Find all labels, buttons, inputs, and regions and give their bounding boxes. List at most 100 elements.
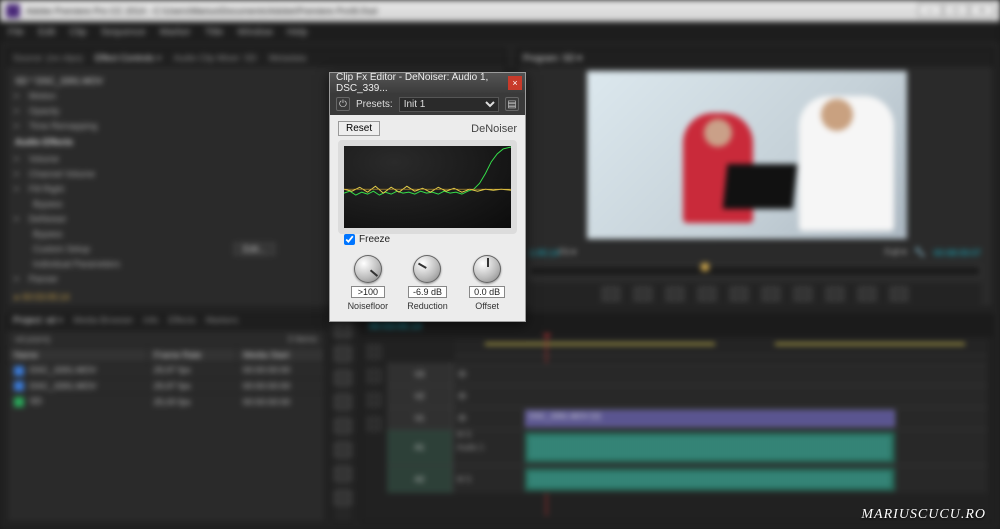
- audio-clip-1[interactable]: [525, 432, 895, 463]
- menu-title[interactable]: Title: [205, 27, 224, 38]
- timeline-option-icons: [367, 345, 381, 431]
- dial-icon[interactable]: [413, 255, 441, 283]
- clip-color-chip: [14, 381, 24, 391]
- menu-help[interactable]: Help: [287, 27, 308, 38]
- hand-tool[interactable]: [334, 467, 352, 481]
- noisefloor-label: Noisefloor: [348, 301, 389, 311]
- person-interviewer: [799, 96, 894, 231]
- track-select-tool[interactable]: [334, 347, 352, 361]
- mute-solo-icons[interactable]: M S: [457, 475, 471, 484]
- tab-project[interactable]: Project: sd ×: [13, 315, 63, 331]
- tab-program[interactable]: Program: SD ▾: [523, 53, 582, 64]
- slip-tool[interactable]: [334, 419, 352, 433]
- menu-clip[interactable]: Clip: [69, 27, 86, 38]
- eye-icon[interactable]: 👁: [457, 414, 467, 423]
- track-v3-header[interactable]: V3: [387, 364, 453, 385]
- table-row[interactable]: DSC_3391.MOV29,97 fps00:00:00:00: [8, 378, 325, 394]
- tab-audio-mixer[interactable]: Audio Clip Mixer: SD: [174, 53, 257, 63]
- tab-metadata[interactable]: Metadata: [269, 53, 307, 63]
- menu-file[interactable]: File: [8, 27, 24, 38]
- fx-titlebar[interactable]: Clip Fx Editor - DeNoiser: Audio 1, DSC_…: [330, 73, 525, 93]
- presets-label: Presets:: [356, 99, 393, 110]
- extract-button[interactable]: [858, 287, 876, 301]
- linked-selection-icon[interactable]: [367, 369, 381, 383]
- freeze-checkbox[interactable]: [344, 234, 355, 245]
- col-mediastart[interactable]: Media Start: [237, 348, 325, 363]
- mark-out-button[interactable]: [634, 287, 652, 301]
- close-icon[interactable]: ×: [508, 76, 522, 90]
- export-frame-button[interactable]: [890, 287, 908, 301]
- col-name[interactable]: Name: [8, 348, 148, 363]
- table-row[interactable]: SD25,00 fps00:00:00:00: [8, 394, 325, 409]
- project-table[interactable]: NameFrame RateMedia Start DSC_3391.MOV29…: [7, 347, 325, 409]
- offset-value[interactable]: 0.0 dB: [469, 286, 505, 298]
- track-a2-header[interactable]: A2: [387, 466, 453, 493]
- reduction-knob[interactable]: -6.9 dB Reduction: [399, 255, 455, 311]
- step-back-button[interactable]: [698, 287, 716, 301]
- zoom-tool[interactable]: [334, 491, 352, 505]
- pen-tool[interactable]: [334, 443, 352, 457]
- razor-tool[interactable]: [334, 395, 352, 409]
- dial-icon[interactable]: [354, 255, 382, 283]
- effect-controls-tabs[interactable]: Source: (no clips) Effect Controls × Aud…: [7, 49, 505, 67]
- noise-scope: [338, 140, 517, 234]
- step-fwd-button[interactable]: [762, 287, 780, 301]
- timeline-ruler[interactable]: [455, 339, 987, 357]
- menubar[interactable]: File Edit Clip Sequence Marker Title Win…: [0, 22, 1000, 42]
- preset-dropdown[interactable]: Init 1: [399, 97, 499, 112]
- settings-icon[interactable]: 🔧: [914, 247, 925, 258]
- settings-icon[interactable]: [367, 417, 381, 431]
- menu-marker[interactable]: Marker: [160, 27, 191, 38]
- tab-effect-controls[interactable]: Effect Controls ×: [95, 53, 162, 63]
- freeze-label: Freeze: [359, 234, 390, 245]
- ripple-tool[interactable]: [334, 371, 352, 385]
- dial-icon[interactable]: [473, 255, 501, 283]
- marker-icon[interactable]: [367, 393, 381, 407]
- menu-window[interactable]: Window: [237, 27, 273, 38]
- selection-tool[interactable]: [334, 323, 352, 337]
- close-button[interactable]: ×: [970, 3, 994, 17]
- lift-button[interactable]: [826, 287, 844, 301]
- eye-icon[interactable]: 👁: [457, 370, 467, 379]
- program-scrubber[interactable]: [529, 265, 981, 277]
- col-framerate[interactable]: Frame Rate: [148, 348, 237, 363]
- eye-icon[interactable]: 👁: [457, 392, 467, 401]
- reduction-value[interactable]: -6.9 dB: [408, 286, 447, 298]
- tab-info[interactable]: Info: [143, 315, 158, 331]
- snap-icon[interactable]: [367, 345, 381, 359]
- play-button[interactable]: [730, 287, 748, 301]
- offset-knob[interactable]: 0.0 dB Offset: [459, 255, 515, 311]
- go-in-button[interactable]: [666, 287, 684, 301]
- track-v2-header[interactable]: V2: [387, 386, 453, 407]
- track-v1-header[interactable]: V1: [387, 408, 453, 429]
- mark-in-button[interactable]: [602, 287, 620, 301]
- edit-button[interactable]: Edit...: [234, 243, 275, 255]
- watermark: MARIUSCUCU.RO: [861, 507, 986, 523]
- power-icon[interactable]: ⏻: [336, 97, 350, 111]
- preset-save-icon[interactable]: ▤: [505, 97, 519, 111]
- tab-media-browser[interactable]: Media Browser: [73, 315, 133, 331]
- fx-editor-window: Clip Fx Editor - DeNoiser: Audio 1, DSC_…: [329, 72, 526, 322]
- tab-markers[interactable]: Markers: [206, 315, 239, 331]
- tab-source[interactable]: Source: (no clips): [13, 53, 83, 63]
- program-full-dropdown[interactable]: Full ▾: [885, 247, 907, 258]
- program-video[interactable]: [587, 71, 907, 239]
- maximize-button[interactable]: □: [944, 3, 968, 17]
- program-tc-left: 1:05:14: [529, 248, 559, 258]
- menu-edit[interactable]: Edit: [38, 27, 55, 38]
- table-row[interactable]: DSC_3391.MOV29,97 fps00:00:00:00: [8, 363, 325, 379]
- program-fit-dropdown[interactable]: Fit ▾: [559, 247, 576, 258]
- go-out-button[interactable]: [794, 287, 812, 301]
- noisefloor-knob[interactable]: >100 Noisefloor: [340, 255, 396, 311]
- audio-clip-2[interactable]: [525, 468, 895, 491]
- tab-effects[interactable]: Effects: [168, 315, 195, 331]
- noisefloor-value[interactable]: >100: [351, 286, 385, 298]
- project-panel: Project: sd × Media Browser Info Effects…: [6, 314, 326, 523]
- mute-solo-icons[interactable]: M S: [457, 430, 471, 439]
- minimize-button[interactable]: –: [918, 3, 942, 17]
- menu-sequence[interactable]: Sequence: [101, 27, 146, 38]
- track-a1-header[interactable]: A1: [387, 430, 453, 465]
- playhead-marker-icon[interactable]: [701, 263, 709, 271]
- reset-button[interactable]: Reset: [338, 121, 380, 136]
- video-clip[interactable]: DSC_3391.MOV [V]: [525, 410, 895, 427]
